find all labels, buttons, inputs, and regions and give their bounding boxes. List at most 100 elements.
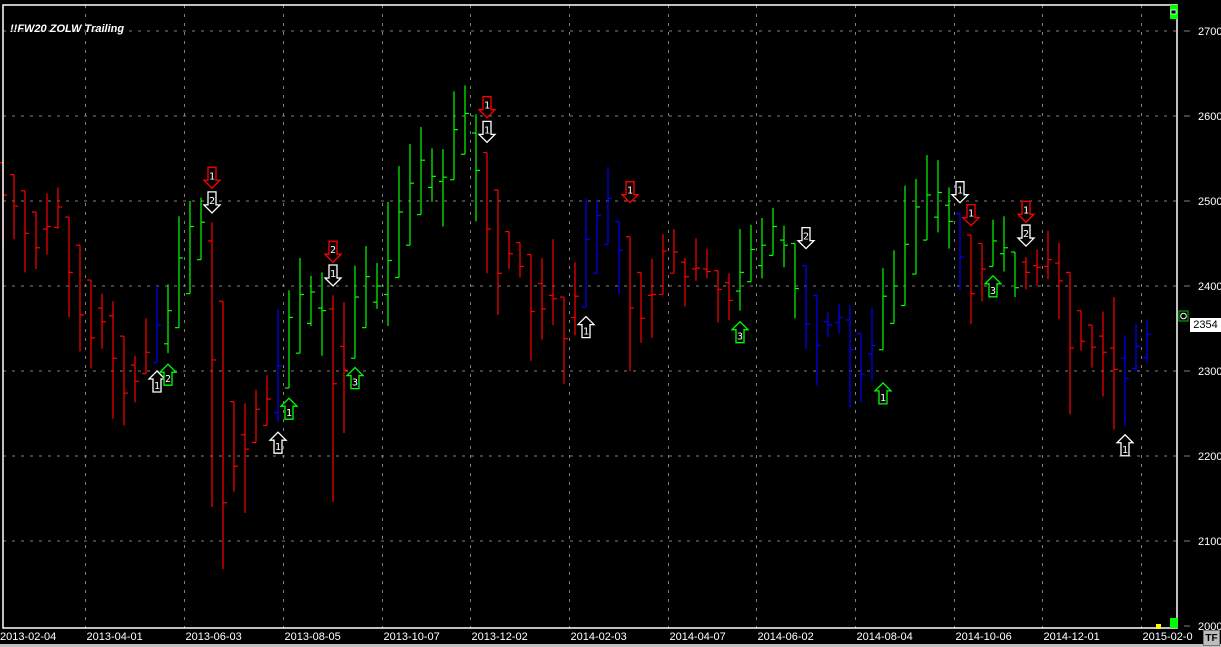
signal-label: 1: [627, 186, 633, 197]
y-tick-label: 2100: [1198, 536, 1221, 548]
signal-label: 3: [737, 332, 743, 343]
ohlc-bar: [725, 273, 733, 320]
ohlc-bar: [714, 270, 722, 323]
signal-down-arrow-icon: 1: [202, 166, 222, 190]
ohlc-bar: [846, 305, 854, 408]
signal-label: 1: [1023, 205, 1029, 216]
x-tick-label: 2013-08-05: [285, 631, 341, 643]
ohlc-bar: [890, 250, 898, 324]
signal-label: 1: [957, 186, 963, 197]
ohlc-bar: [1066, 271, 1074, 415]
ohlc-bar: [263, 375, 271, 426]
ohlc-bar: [824, 312, 832, 337]
ohlc-bar: [1110, 297, 1118, 430]
ohlc-bar: [516, 242, 524, 278]
ohlc-bar: [10, 174, 18, 240]
ohlc-bar: [43, 193, 51, 255]
ohlc-bar: [21, 190, 29, 273]
signal-down-arrow-icon: 1: [620, 181, 640, 204]
x-tick-label: 2013-04-01: [87, 631, 143, 643]
signal-label: 2: [1023, 229, 1029, 240]
ohlc-bar: [956, 213, 964, 291]
signal-up-arrow-icon: 1: [1115, 433, 1135, 457]
ohlc-bar: [362, 246, 370, 329]
x-tick-label: 2014-02-03: [571, 631, 627, 643]
ohlc-bar: [923, 155, 931, 241]
ohlc-bar: [780, 225, 788, 268]
signal-down-arrow-icon: 2: [1016, 224, 1036, 247]
ohlc-bars: [0, 85, 1151, 570]
ohlc-bar: [384, 201, 392, 326]
timeframe-button[interactable]: TF: [1203, 630, 1220, 646]
ohlc-bar: [296, 257, 304, 354]
last-price-label: 2354: [1190, 318, 1221, 332]
ohlc-bar: [131, 355, 139, 403]
ohlc-bar: [483, 151, 491, 274]
y-tick-label: 2600: [1198, 111, 1221, 123]
signal-label: 1: [968, 209, 974, 220]
ohlc-bar: [219, 300, 227, 570]
x-tick-label: 2014-10-06: [956, 631, 1012, 643]
ohlc-bar: [934, 160, 942, 233]
signal-label: 1: [209, 171, 215, 182]
ohlc-bar: [120, 335, 128, 426]
ohlc-bar: [703, 248, 711, 279]
ohlc-bar: [505, 231, 513, 269]
ohlc-bar: [912, 178, 920, 275]
ohlc-bar: [901, 185, 909, 307]
signal-down-arrow-icon: 2: [796, 226, 816, 250]
ohlc-bar: [472, 114, 480, 222]
ohlc-bar: [461, 85, 469, 155]
signal-label: 1: [484, 101, 490, 112]
ohlc-bar: [967, 234, 975, 325]
ohlc-bar: [109, 301, 117, 419]
ohlc-bar: [747, 224, 755, 283]
signal-up-arrow-icon: 1: [147, 370, 167, 393]
ohlc-bar: [340, 302, 348, 434]
scale-toggle-icon[interactable]: [1170, 9, 1177, 15]
ohlc-bar: [406, 144, 414, 246]
x-tick-label: 2013-02-04: [0, 631, 56, 643]
ohlc-bar: [494, 189, 502, 315]
ohlc-bar: [1088, 324, 1096, 368]
ohlc-bar: [802, 265, 810, 349]
signal-up-arrow-icon: 3: [983, 274, 1003, 298]
ohlc-bar: [648, 258, 656, 338]
ohlc-bar: [54, 187, 62, 230]
signal-down-arrow-icon: 2: [323, 240, 343, 264]
ohlc-bar: [681, 257, 689, 307]
x-tick-label: 2014-08-04: [857, 631, 913, 643]
signal-down-arrow-icon: 1: [1016, 200, 1036, 224]
signal-label: 1: [286, 408, 292, 419]
ohlc-bar: [1055, 242, 1063, 320]
ohlc-bar: [978, 242, 986, 302]
signal-up-arrow-icon: 1: [873, 381, 893, 405]
x-tick-label: 2013-06-03: [186, 631, 242, 643]
ohlc-bar: [164, 284, 172, 354]
ohlc-bar: [1121, 335, 1129, 426]
ohlc-bar: [1143, 319, 1151, 364]
ohlc-bar: [450, 91, 458, 181]
signal-label: 1: [275, 442, 281, 453]
ohlc-bar: [351, 265, 359, 359]
signal-label: 1: [880, 393, 886, 404]
x-tick-label: 2014-06-02: [758, 631, 814, 643]
signal-label: 1: [583, 327, 589, 338]
date-axis[interactable]: 2013-02-04 2013-04-01 2013-06-03 2013-08-05…: [0, 631, 1193, 643]
ohlc-bar: [582, 198, 590, 308]
ohlc-bar: [175, 216, 183, 329]
ohlc-bar: [197, 197, 205, 261]
bottom-scroll-handle[interactable]: [1170, 618, 1178, 628]
ohlc-bar: [1011, 251, 1019, 298]
ohlc-bar: [736, 229, 744, 311]
ohlc-bar: [1077, 310, 1085, 351]
chart-title: !!FW20 ZOLW Trailing: [10, 23, 125, 35]
ohlc-bar: [439, 149, 447, 227]
ohlc-bar: [285, 290, 293, 389]
time-cursor-marker[interactable]: [1156, 624, 1161, 629]
price-chart[interactable]: 1212112131111321113121 20002100220023002…: [0, 0, 1221, 647]
signal-label: 2: [803, 232, 809, 243]
signal-down-arrow-icon: 1: [477, 96, 497, 119]
signal-label: 1: [484, 125, 490, 136]
ohlc-bar: [637, 271, 645, 343]
